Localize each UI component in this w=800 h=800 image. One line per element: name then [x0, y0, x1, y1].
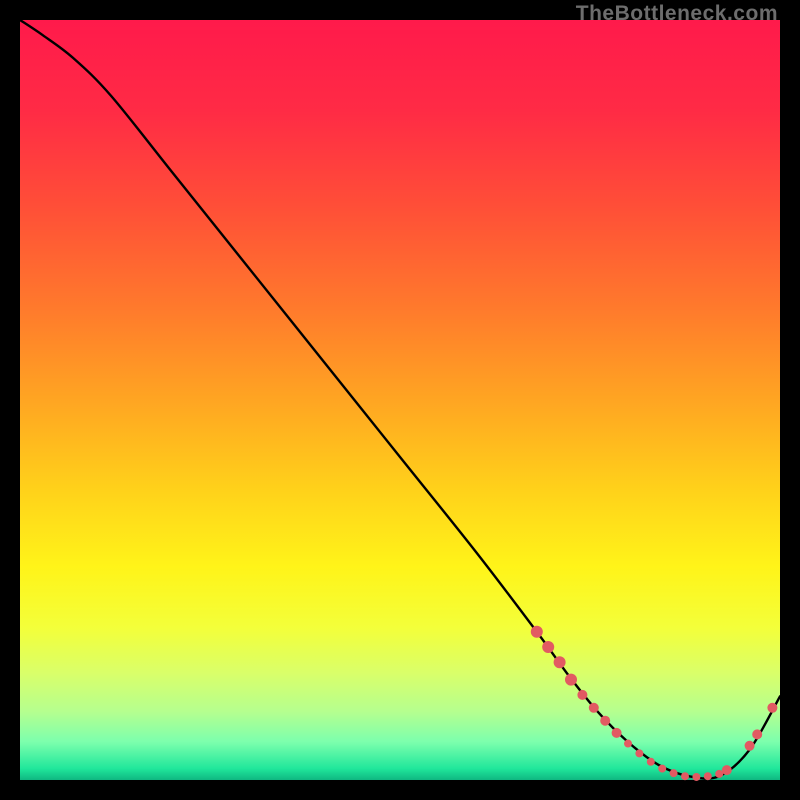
bottleneck-curve [20, 20, 780, 779]
data-point [658, 765, 666, 773]
data-point [612, 728, 622, 738]
data-point [589, 703, 599, 713]
data-point [624, 740, 632, 748]
data-point [752, 729, 762, 739]
data-point [670, 769, 678, 777]
data-point [767, 703, 777, 713]
plot-svg [20, 20, 780, 780]
data-point [704, 772, 712, 780]
data-point [745, 741, 755, 751]
data-point [722, 765, 732, 775]
data-point [531, 626, 543, 638]
data-point [692, 773, 700, 781]
data-point [600, 716, 610, 726]
data-point [681, 772, 689, 780]
data-point [542, 641, 554, 653]
data-points [531, 626, 778, 781]
chart-root: TheBottleneck.com [0, 0, 800, 800]
curve-path [20, 20, 780, 779]
data-point [577, 690, 587, 700]
data-point [554, 656, 566, 668]
data-point [635, 749, 643, 757]
plot-area [20, 20, 780, 780]
data-point [647, 758, 655, 766]
data-point [565, 674, 577, 686]
watermark-text: TheBottleneck.com [576, 2, 778, 26]
